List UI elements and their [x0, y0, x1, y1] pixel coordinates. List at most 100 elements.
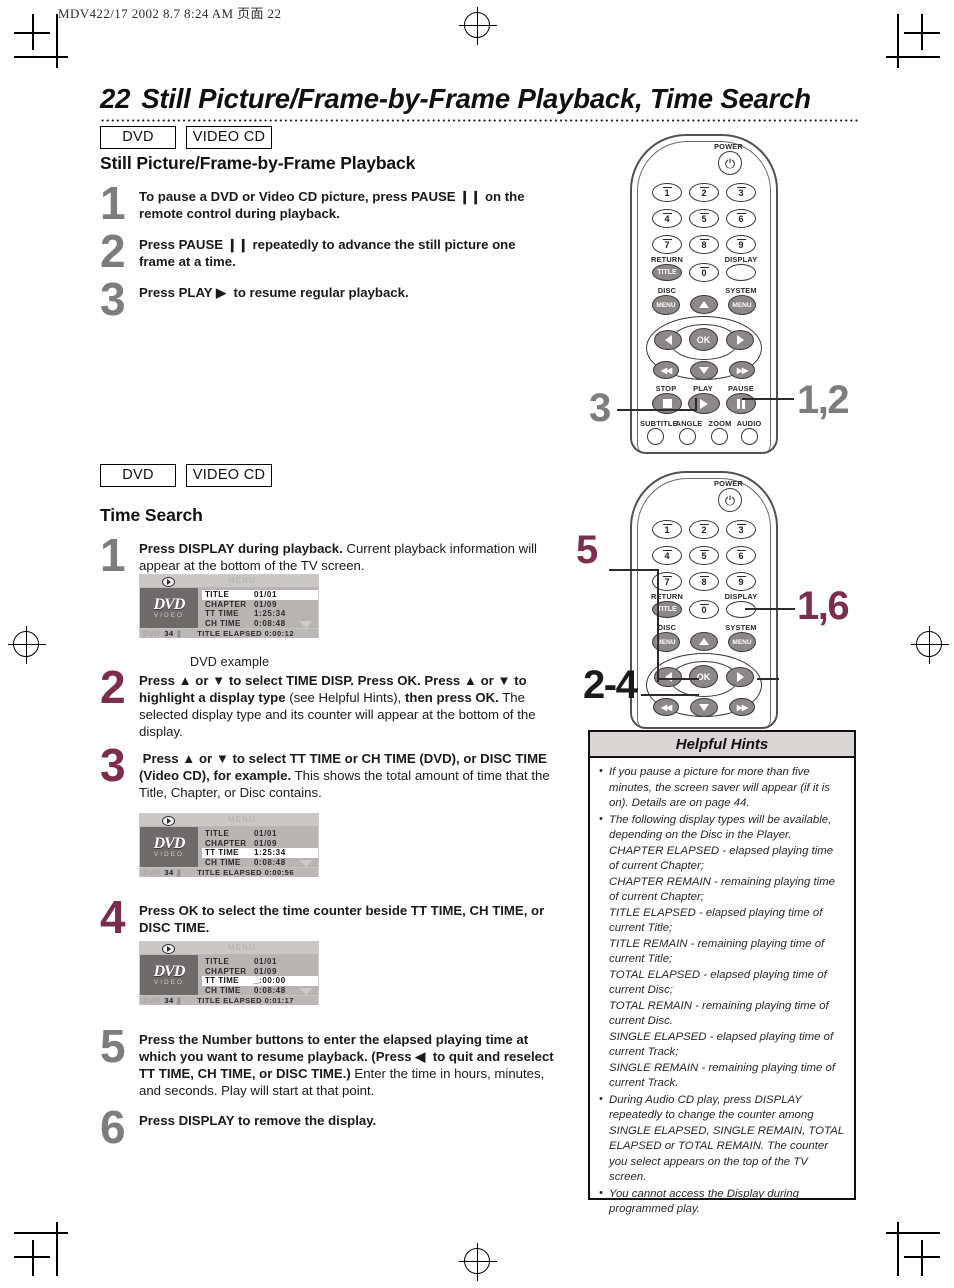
nav-up-button[interactable]: [690, 632, 718, 651]
subtitle-button[interactable]: [647, 428, 664, 445]
number-button-4[interactable]: 4: [652, 546, 682, 565]
power-label: POWER: [714, 142, 743, 151]
osd-row-value: 01/01: [254, 829, 278, 839]
osd-disc-label: DVD: [143, 629, 161, 638]
number-button-5[interactable]: 5: [689, 209, 719, 228]
next-button[interactable]: ▶▶: [729, 361, 755, 379]
play-button[interactable]: [688, 393, 720, 414]
callout-2-dash: 2-: [583, 663, 617, 707]
return-label: RETURN: [651, 592, 683, 601]
angle-label: ANGLE: [675, 419, 703, 428]
dvd-video-logo: DVD VIDEO: [140, 827, 198, 867]
prev-button[interactable]: ◀◀: [653, 361, 679, 379]
registration-mark-left: [8, 626, 46, 664]
osd-menu-label: MENU: [228, 943, 256, 952]
chevron-down-icon: [299, 860, 313, 867]
power-button[interactable]: ⏻: [718, 151, 742, 175]
crop-mark-bl-h: [14, 1232, 68, 1234]
osd-row: CHAPTER 01/09: [202, 839, 318, 849]
step-text: Press DISPLAY to remove the display.: [139, 1113, 377, 1128]
osd-row-value: 1:25:34: [254, 609, 286, 619]
osd-row-label: CHAPTER: [205, 966, 247, 976]
leader-line-24-c: [757, 678, 779, 680]
nav-down-button[interactable]: [690, 698, 718, 717]
osd-topbar: MENU: [140, 575, 318, 588]
number-button-3[interactable]: 3: [726, 520, 756, 539]
number-button-9[interactable]: 9: [726, 235, 756, 254]
number-button-6[interactable]: 6: [726, 209, 756, 228]
system-menu-button[interactable]: MENU: [728, 295, 756, 315]
system-menu-button[interactable]: MENU: [728, 632, 756, 652]
pause-bars-icon: [736, 398, 746, 409]
pause-button[interactable]: [726, 393, 756, 414]
display-label: DISPLAY: [724, 592, 758, 601]
osd-counter-value: 0:00:56: [264, 868, 294, 877]
crop-mark-br-h: [886, 1232, 940, 1234]
triangle-up-icon: [699, 638, 709, 645]
crop-mark-br-v: [897, 1222, 899, 1276]
number-button-5[interactable]: 5: [689, 546, 719, 565]
title-button[interactable]: TITLE: [652, 264, 682, 281]
osd-row-value: 0:08:48: [254, 618, 286, 628]
dvd-logo-bottom: VIDEO: [153, 612, 185, 619]
callout-remote1-left: 3: [589, 386, 611, 430]
power-icon: ⏻: [724, 492, 736, 508]
ok-button[interactable]: OK: [689, 328, 718, 351]
number-button-0[interactable]: 0: [689, 600, 719, 619]
zoom-button[interactable]: [711, 428, 728, 445]
nav-right-button[interactable]: [726, 330, 754, 350]
osd-row-value: 1:25:34: [254, 848, 286, 858]
triangle-down-icon: [699, 367, 709, 374]
hint-sub: SINGLE REMAIN - remaining playing time o…: [609, 1061, 835, 1090]
stop-button[interactable]: [652, 393, 682, 414]
step-s1-1: 1 To pause a DVD or Video CD picture, pr…: [100, 180, 550, 226]
audio-button[interactable]: [741, 428, 758, 445]
registration-mark-bottom: [459, 1243, 497, 1281]
leader-line-24-b: [641, 694, 699, 696]
number-button-3[interactable]: 3: [726, 183, 756, 202]
number-button-2[interactable]: 2: [689, 183, 719, 202]
badge-dvd: DVD: [100, 464, 176, 487]
nav-left-button[interactable]: [654, 330, 682, 350]
callout-remote1-right: 1,2: [797, 378, 850, 422]
number-button-0[interactable]: 0: [689, 263, 719, 282]
nav-down-button[interactable]: [690, 361, 718, 380]
step-text: To pause a DVD or Video CD picture, pres…: [139, 189, 525, 221]
angle-button[interactable]: [679, 428, 696, 445]
step-text: Press OK to select the time counter besi…: [139, 903, 545, 935]
number-button-4[interactable]: 4: [652, 209, 682, 228]
nav-up-button[interactable]: [690, 295, 718, 314]
osd-body: DVD VIDEO TITLE 01/01 CHAPTER 01/09 TT TIM…: [140, 827, 318, 867]
osd-body: DVD VIDEO TITLE 01/01 CHAPTER 01/09 TT TIM…: [140, 588, 318, 628]
system-label: SYSTEM: [725, 286, 757, 295]
number-button-7[interactable]: 7: [652, 235, 682, 254]
number-button-2[interactable]: 2: [689, 520, 719, 539]
number-button-1[interactable]: 1: [652, 183, 682, 202]
number-button-1[interactable]: 1: [652, 520, 682, 539]
number-button-9[interactable]: 9: [726, 572, 756, 591]
next-button[interactable]: ▶▶: [729, 698, 755, 716]
badge-video-cd: VIDEO CD: [186, 126, 272, 149]
display-button[interactable]: [726, 264, 756, 281]
registration-mark-top: [459, 7, 497, 45]
leader-line-remote1-left: [617, 409, 697, 411]
osd-row-value: 01/09: [254, 599, 278, 609]
power-button[interactable]: ⏻: [718, 488, 742, 512]
osd-page-number: 34: [164, 868, 174, 877]
osd-counter-value: 0:01:17: [264, 996, 294, 1005]
prev-button[interactable]: ◀◀: [653, 698, 679, 716]
osd-bottombar: DVD 34 ||| TITLE ELAPSED 0:00:12: [140, 628, 318, 638]
osd-row-label: TT TIME: [205, 976, 239, 986]
osd-row: TITLE 01/01: [202, 590, 318, 600]
triangle-right-icon: [736, 672, 744, 682]
hint-sub: TOTAL REMAIN - remaining playing time of…: [609, 999, 829, 1028]
number-button-8[interactable]: 8: [689, 235, 719, 254]
badge-dvd: DVD: [100, 126, 176, 149]
ok-button[interactable]: OK: [689, 665, 718, 688]
number-button-6[interactable]: 6: [726, 546, 756, 565]
step-number: 2: [100, 661, 126, 713]
number-button-8[interactable]: 8: [689, 572, 719, 591]
nav-right-button[interactable]: [726, 667, 754, 687]
osd-page-number: 34: [164, 996, 174, 1005]
disc-menu-button[interactable]: MENU: [652, 295, 680, 315]
